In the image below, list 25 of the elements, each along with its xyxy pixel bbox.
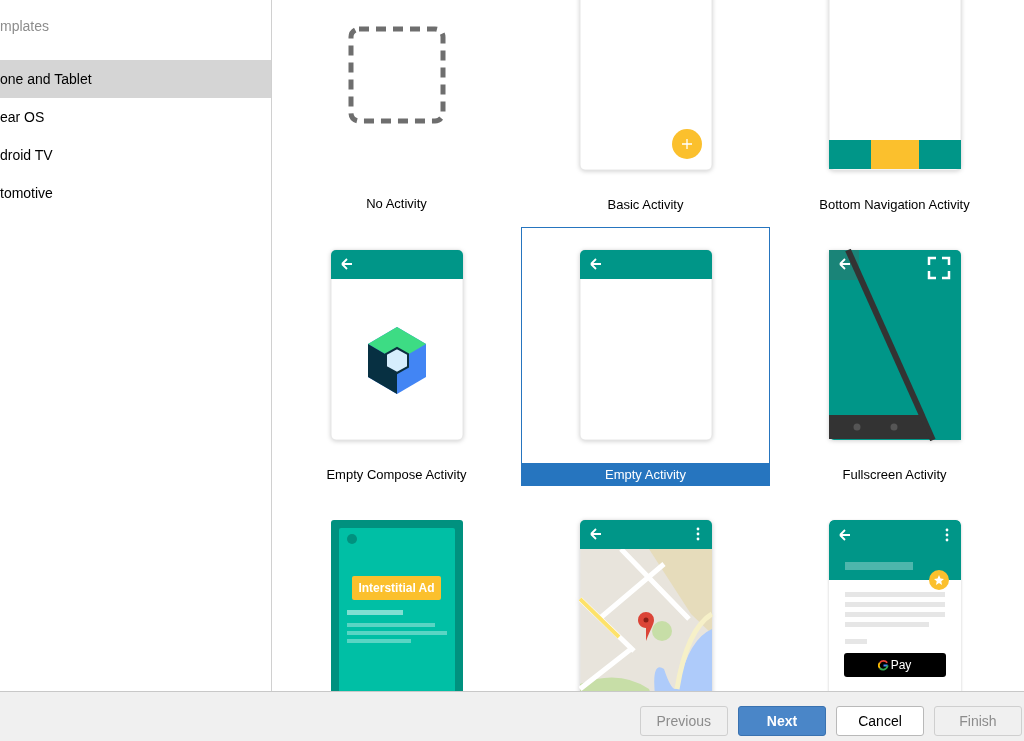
sidebar-item[interactable]: tomotive xyxy=(0,174,271,212)
circle-icon xyxy=(346,534,357,544)
template-label: Fullscreen Activity xyxy=(841,466,948,484)
template-label: Bottom Navigation Activity xyxy=(818,196,971,214)
sidebar-item[interactable]: droid TV xyxy=(0,136,271,174)
dialog-button[interactable]: Next xyxy=(738,705,826,736)
template-label: No Activity xyxy=(365,195,428,213)
template-tile[interactable]: Empty Activity xyxy=(521,227,770,486)
template-tile[interactable]: Fullscreen Activity xyxy=(770,227,1019,486)
template-label: Empty Compose Activity xyxy=(325,466,468,484)
template-tile[interactable]: Empty Compose Activity xyxy=(272,227,521,486)
template-label: Empty Activity xyxy=(522,463,769,486)
template-tile[interactable]: Bottom Navigation Activity xyxy=(770,0,1019,216)
sidebar-item[interactable]: one and Tablet xyxy=(0,60,271,98)
dashed-square-icon xyxy=(347,25,446,124)
g-logo-icon xyxy=(877,659,889,671)
template-tile[interactable]: Basic Activity xyxy=(521,0,770,216)
sidebar-item[interactable]: ear OS xyxy=(0,98,271,136)
sidebar-title: mplates xyxy=(0,17,51,36)
pay-label: Pay xyxy=(890,658,912,672)
template-tile[interactable]: No Activity xyxy=(272,0,521,216)
template-label: Basic Activity xyxy=(606,196,685,214)
template-tile[interactable]: Pay xyxy=(770,497,1019,691)
dialog-button[interactable]: Cancel xyxy=(836,705,924,736)
ad-label: Interstitial Ad xyxy=(352,576,441,600)
